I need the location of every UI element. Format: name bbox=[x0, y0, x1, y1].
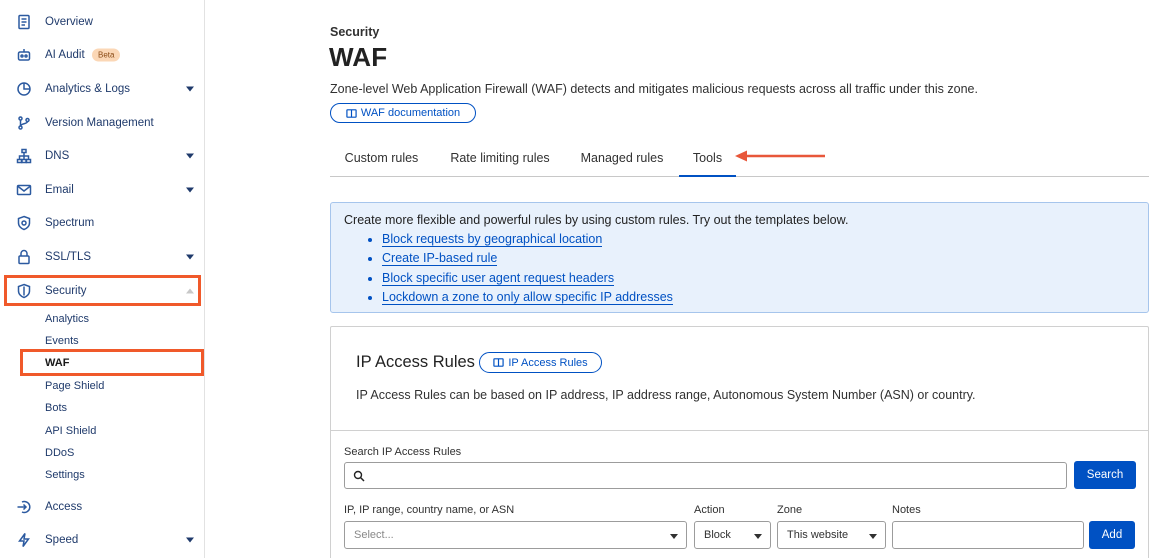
ip-label: IP, IP range, country name, or ASN bbox=[344, 504, 515, 516]
sidebar: Overview AI Audit Beta Analytics & Logs … bbox=[0, 0, 205, 558]
template-link-user-agent[interactable]: Block specific user agent request header… bbox=[382, 270, 615, 286]
search-button[interactable]: Search bbox=[1074, 461, 1136, 489]
list-item: Create IP-based rule bbox=[382, 249, 1135, 268]
button-label: WAF documentation bbox=[360, 107, 461, 119]
security-highlight-box bbox=[4, 275, 201, 306]
sidebar-subitem-settings[interactable]: Settings bbox=[45, 469, 85, 481]
chevron-down-icon bbox=[186, 254, 194, 260]
robot-icon bbox=[16, 47, 32, 63]
sidebar-item-label: AI Audit bbox=[45, 49, 85, 61]
list-item: Block requests by geographical location bbox=[382, 230, 1135, 249]
page-description: Zone-level Web Application Firewall (WAF… bbox=[330, 82, 978, 96]
sidebar-item-label: DNS bbox=[45, 150, 70, 162]
template-link-lockdown[interactable]: Lockdown a zone to only allow specific I… bbox=[382, 289, 673, 305]
book-icon bbox=[346, 108, 357, 118]
chevron-down-icon bbox=[869, 534, 877, 539]
access-arrow-icon bbox=[16, 499, 32, 515]
branch-icon bbox=[16, 115, 32, 131]
template-link-ip[interactable]: Create IP-based rule bbox=[382, 251, 498, 267]
sidebar-item-analytics-logs[interactable]: Analytics & Logs bbox=[0, 74, 204, 104]
chevron-down-icon bbox=[186, 537, 194, 543]
search-icon bbox=[353, 470, 365, 482]
ip-access-rules-doc-button[interactable]: IP Access Rules bbox=[479, 352, 602, 373]
annotation-arrow bbox=[735, 150, 825, 162]
page-title: WAF bbox=[329, 42, 388, 72]
info-callout: Create more flexible and powerful rules … bbox=[330, 202, 1149, 313]
network-icon bbox=[16, 148, 32, 164]
list-item: Block specific user agent request header… bbox=[382, 269, 1135, 288]
tab-custom-rules[interactable]: Custom rules bbox=[330, 140, 433, 176]
sidebar-item-label: Analytics & Logs bbox=[45, 83, 131, 95]
book-icon bbox=[493, 358, 505, 367]
tab-tools[interactable]: Tools bbox=[679, 140, 736, 177]
chevron-down-icon bbox=[186, 153, 194, 159]
tab-rate-limiting-rules[interactable]: Rate limiting rules bbox=[437, 140, 563, 176]
sidebar-item-dns[interactable]: DNS bbox=[0, 141, 204, 171]
sidebar-subitem-events[interactable]: Events bbox=[45, 335, 79, 347]
sidebar-item-email[interactable]: Email bbox=[0, 175, 204, 205]
sidebar-item-label: Email bbox=[45, 184, 74, 196]
sidebar-subitem-analytics[interactable]: Analytics bbox=[45, 313, 89, 325]
template-link-list: Block requests by geographical location … bbox=[382, 230, 1135, 307]
clock-chart-icon bbox=[16, 81, 32, 97]
sidebar-item-label: SSL/TLS bbox=[45, 251, 92, 263]
search-input[interactable] bbox=[371, 466, 1061, 485]
add-button[interactable]: Add bbox=[1089, 521, 1135, 549]
zone-label: Zone bbox=[777, 504, 803, 516]
sidebar-item-ssl-tls[interactable]: SSL/TLS bbox=[0, 242, 204, 272]
shield-gear-icon bbox=[16, 215, 32, 231]
ip-select[interactable]: Select... bbox=[344, 521, 687, 549]
waf-documentation-button[interactable]: WAF documentation bbox=[330, 103, 476, 123]
sidebar-item-access[interactable]: Access bbox=[0, 492, 204, 522]
breadcrumb: Security bbox=[330, 25, 380, 39]
sidebar-item-label: Overview bbox=[45, 16, 93, 28]
chevron-down-icon bbox=[670, 534, 678, 539]
action-select-value: Block bbox=[704, 529, 731, 541]
card-title: IP Access Rules bbox=[356, 353, 475, 371]
action-label: Action bbox=[694, 504, 725, 516]
lightning-icon bbox=[16, 532, 32, 548]
ip-select-placeholder: Select... bbox=[354, 529, 394, 541]
sidebar-item-ai-audit[interactable]: AI Audit Beta bbox=[0, 40, 204, 70]
template-link-geo[interactable]: Block requests by geographical location bbox=[382, 232, 603, 247]
sidebar-item-speed[interactable]: Speed bbox=[0, 525, 204, 555]
search-field[interactable] bbox=[344, 462, 1067, 489]
chevron-down-icon bbox=[186, 86, 194, 92]
envelope-icon bbox=[16, 182, 32, 198]
sidebar-item-spectrum[interactable]: Spectrum bbox=[0, 208, 204, 238]
beta-badge: Beta bbox=[92, 48, 121, 62]
zone-select[interactable]: This website bbox=[777, 521, 886, 549]
sidebar-item-label: Speed bbox=[45, 534, 79, 546]
button-label: IP Access Rules bbox=[508, 356, 588, 369]
sidebar-subitem-api-shield[interactable]: API Shield bbox=[45, 425, 96, 437]
sidebar-subitem-ddos[interactable]: DDoS bbox=[45, 447, 74, 459]
sidebar-item-label: Spectrum bbox=[45, 217, 95, 229]
notes-input[interactable] bbox=[892, 521, 1084, 549]
chevron-down-icon bbox=[754, 534, 762, 539]
action-select[interactable]: Block bbox=[694, 521, 771, 549]
divider bbox=[331, 430, 1148, 431]
sidebar-subitem-bots[interactable]: Bots bbox=[45, 402, 67, 414]
ip-access-rules-card: IP Access Rules IP Access Rules IP Acces… bbox=[330, 326, 1149, 558]
zone-select-value: This website bbox=[787, 529, 849, 541]
lock-icon bbox=[16, 249, 32, 265]
search-label: Search IP Access Rules bbox=[344, 446, 462, 458]
sidebar-item-label: Access bbox=[45, 501, 83, 513]
waf-highlight-box bbox=[20, 349, 204, 376]
document-icon bbox=[16, 14, 32, 30]
tab-managed-rules[interactable]: Managed rules bbox=[567, 140, 677, 176]
info-text: Create more flexible and powerful rules … bbox=[344, 213, 849, 227]
sidebar-subitem-page-shield[interactable]: Page Shield bbox=[45, 380, 104, 392]
sidebar-item-overview[interactable]: Overview bbox=[0, 7, 204, 37]
sidebar-item-version-management[interactable]: Version Management bbox=[0, 108, 204, 138]
card-description: IP Access Rules can be based on IP addre… bbox=[356, 388, 976, 402]
sidebar-item-label: Version Management bbox=[45, 117, 154, 129]
list-item: Lockdown a zone to only allow specific I… bbox=[382, 288, 1135, 307]
notes-label: Notes bbox=[892, 504, 921, 516]
chevron-down-icon bbox=[186, 187, 194, 193]
